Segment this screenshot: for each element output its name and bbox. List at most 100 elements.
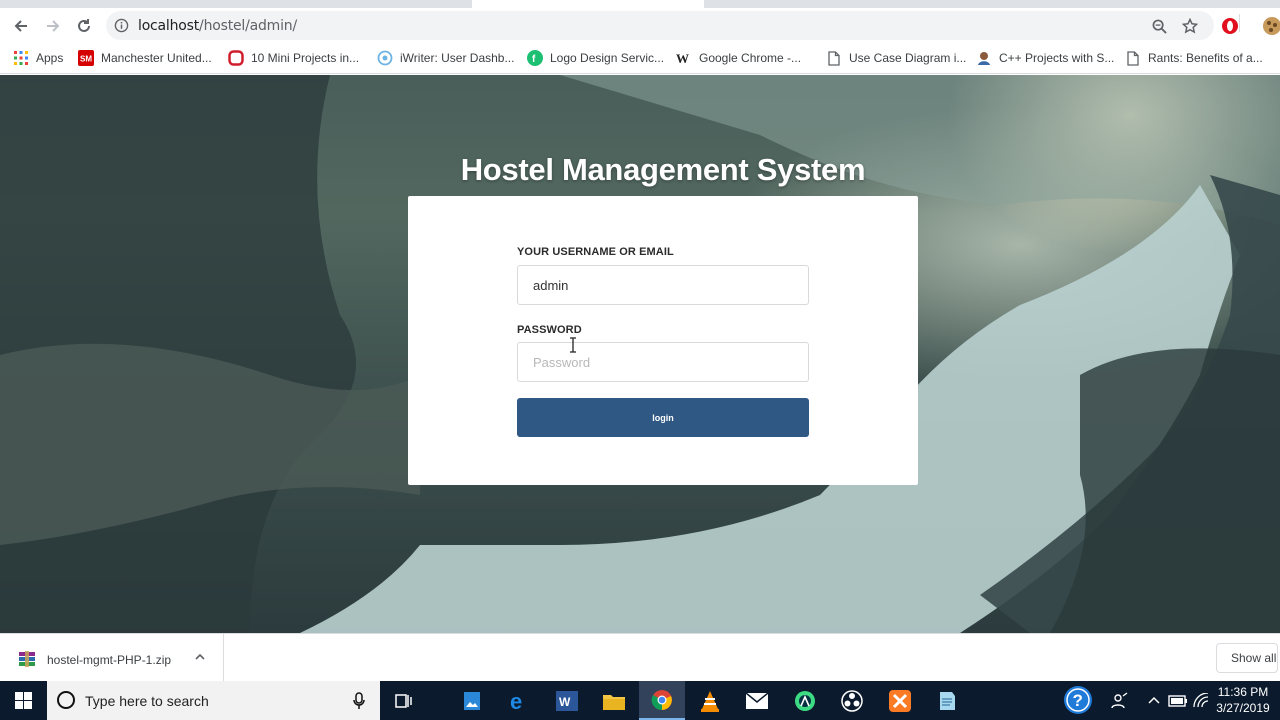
url-text[interactable]: localhost/hostel/admin/ (138, 18, 297, 34)
bookmark-google-chrome[interactable]: W Google Chrome -... (676, 49, 801, 67)
wifi-tray-icon[interactable] (1191, 691, 1211, 711)
taskbar-app-mail[interactable] (734, 681, 780, 720)
bookmark-iwriter[interactable]: iWriter: User Dashb... (377, 49, 514, 67)
url-host: localhost (138, 18, 200, 34)
login-button[interactable]: login (517, 398, 809, 437)
file-explorer-icon (603, 694, 625, 710)
bookmark-star-icon[interactable] (1181, 17, 1199, 35)
tab-inactive[interactable] (0, 0, 470, 8)
svg-text:W: W (559, 695, 571, 709)
taskbar-app-android-studio[interactable] (782, 681, 828, 720)
username-input[interactable] (517, 265, 809, 305)
windows-taskbar: Type here to search e W ? 11:36 PM 3/27/… (0, 681, 1280, 720)
winrar-archive-icon (19, 651, 35, 667)
bookmark-label: Apps (36, 51, 64, 65)
manchester-united-icon: SM (78, 50, 94, 66)
taskbar-app-word[interactable]: W (544, 681, 590, 720)
toolbar-divider (1239, 14, 1240, 32)
battery-tray-icon[interactable] (1168, 691, 1188, 711)
bookmark-apps[interactable]: Apps (13, 49, 63, 67)
windows-logo-icon (15, 692, 32, 709)
chrome-icon (651, 689, 672, 710)
zoom-search-icon[interactable] (1150, 17, 1168, 35)
bookmark-label: Google Chrome -... (699, 51, 802, 65)
iwriter-icon (377, 50, 393, 66)
cortana-icon (57, 691, 75, 709)
apps-grid-icon (13, 50, 29, 66)
back-button[interactable] (10, 15, 32, 37)
notepad-icon (940, 691, 955, 710)
word-icon: W (556, 690, 578, 711)
taskbar-app-chrome[interactable] (639, 681, 685, 720)
info-icon[interactable] (114, 18, 129, 33)
tab-active[interactable] (472, 0, 704, 8)
clock-date: 3/27/2019 (1216, 701, 1270, 715)
reload-icon (78, 19, 90, 32)
taskbar-app-vlc[interactable] (687, 681, 733, 720)
bookmark-logo-design[interactable]: f Logo Design Servic... (527, 49, 664, 67)
bookmark-label: iWriter: User Dashb... (400, 51, 515, 65)
opera-extension-icon[interactable] (1221, 17, 1241, 37)
wikipedia-icon: W (676, 50, 692, 66)
taskbar-search-box[interactable]: Type here to search (47, 681, 380, 720)
password-label: PASSWORD (517, 324, 582, 336)
people-tray-icon[interactable] (1110, 691, 1130, 711)
taskbar-app-xampp[interactable] (877, 681, 923, 720)
bookmark-rants[interactable]: Rants: Benefits of a... (1125, 49, 1263, 67)
download-item[interactable]: hostel-mgmt-PHP-1.zip (0, 634, 224, 682)
bookmark-label: C++ Projects with S... (999, 51, 1115, 65)
login-form-card: YOUR USERNAME OR EMAIL PASSWORD login (408, 196, 918, 485)
mail-icon (746, 692, 768, 709)
bookmark-mini-projects[interactable]: 10 Mini Projects in... (228, 49, 359, 67)
browser-toolbar: localhost/hostel/admin/ (0, 8, 1280, 43)
bookmark-label: 10 Mini Projects in... (251, 51, 360, 65)
password-input[interactable] (517, 342, 809, 382)
address-bar[interactable]: localhost/hostel/admin/ (106, 11, 1214, 40)
bookmark-label: Manchester United... (101, 51, 212, 65)
obs-icon (841, 689, 863, 712)
taskbar-app-edge[interactable]: e (497, 681, 543, 720)
clock-time: 11:36 PM (1217, 685, 1269, 699)
taskbar-app-photos[interactable] (449, 681, 495, 720)
forward-arrow-icon (47, 20, 60, 32)
chevron-up-icon[interactable] (194, 651, 206, 663)
taskbar-app-obs[interactable] (829, 681, 875, 720)
bookmark-label: Logo Design Servic... (550, 51, 665, 65)
svg-text:?: ? (1073, 691, 1083, 710)
vlc-icon (701, 690, 719, 712)
tab-strip (0, 0, 1280, 8)
help-tray-icon[interactable]: ? (1063, 685, 1093, 715)
svg-text:SM: SM (80, 55, 92, 64)
profile-avatar-icon[interactable] (1262, 16, 1280, 36)
reload-button[interactable] (73, 15, 95, 37)
text-cursor-icon (570, 337, 576, 353)
fiverr-icon: f (527, 50, 543, 66)
taskbar-app-file-explorer[interactable] (591, 681, 637, 720)
cpp-icon (976, 50, 992, 66)
bookmarks-bar: Apps SM Manchester United... 10 Mini Pro… (0, 43, 1280, 74)
taskbar-app-notepad[interactable] (924, 681, 970, 720)
taskbar-search-placeholder: Type here to search (85, 693, 209, 709)
page-icon (1125, 50, 1141, 66)
url-path: /hostel/admin/ (199, 18, 297, 34)
bookmark-cpp-projects[interactable]: C++ Projects with S... (976, 49, 1114, 67)
task-view-icon (395, 693, 412, 708)
photos-icon (464, 691, 480, 710)
page-title: Hostel Management System (460, 152, 866, 187)
svg-text:W: W (676, 51, 689, 66)
taskbar-clock[interactable]: 11:36 PM 3/27/2019 (1210, 684, 1276, 716)
start-button[interactable] (0, 681, 47, 720)
forward-button[interactable] (42, 15, 64, 37)
task-view-button[interactable] (381, 681, 427, 720)
chevron-up-tray-icon[interactable] (1144, 691, 1164, 711)
back-arrow-icon (14, 20, 27, 32)
login-page: Hostel Management System YOUR USERNAME O… (0, 75, 1280, 633)
bookmark-label: Rants: Benefits of a... (1148, 51, 1263, 65)
bookmark-use-case[interactable]: Use Case Diagram i... (826, 49, 966, 67)
bookmark-manchester[interactable]: SM Manchester United... (78, 49, 212, 67)
android-studio-icon (795, 690, 815, 711)
svg-text:e: e (510, 690, 522, 712)
xampp-icon (889, 689, 911, 712)
microphone-icon[interactable] (353, 692, 365, 710)
show-all-button[interactable]: Show all (1216, 643, 1278, 673)
